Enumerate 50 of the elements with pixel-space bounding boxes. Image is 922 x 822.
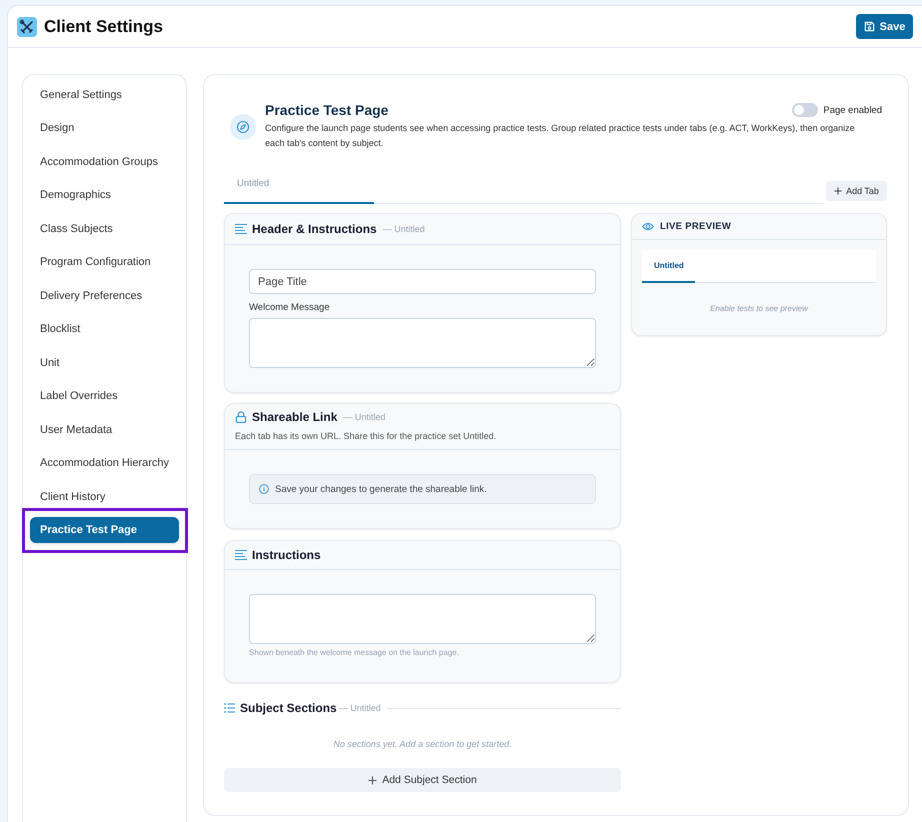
plus-icon xyxy=(834,187,842,195)
toggle-label: Page enabled xyxy=(823,104,882,116)
sidebar-item[interactable]: Program Configuration xyxy=(30,249,179,276)
section-description: Configure the launch page students see when accessing practice tests. Group related practice tests under tabs (e.g. ACT, WorkKeys), then organize each tab's content by subject. xyxy=(265,122,856,150)
compass-icon xyxy=(230,114,256,140)
instructions-field[interactable] xyxy=(249,594,596,644)
card-title: Header & Instructions xyxy=(252,222,377,236)
empty-message: No sections yet. Add a section to get started. xyxy=(332,738,513,750)
card-title: Shareable Link xyxy=(252,410,338,424)
sidebar-item[interactable]: Accommodation Hierarchy xyxy=(30,450,179,476)
sidebar-item[interactable]: Delivery Preferences xyxy=(30,282,179,309)
text-lines-icon xyxy=(235,223,247,235)
sidebar-item[interactable]: Unit xyxy=(30,350,179,376)
sidebar-item[interactable]: Practice Test Page xyxy=(30,517,179,544)
sidebar-item[interactable]: Class Subjects xyxy=(30,216,179,242)
add-subject-section-button[interactable]: Add Subject Section xyxy=(224,768,621,792)
section-subtitle: — Untitled xyxy=(338,703,381,713)
section-heading: Subject Sections xyxy=(240,701,337,715)
sidebar-item[interactable]: Client History xyxy=(30,484,179,510)
welcome-message-field[interactable] xyxy=(249,318,596,368)
tools-icon xyxy=(17,16,37,36)
page-title-field[interactable]: Page Title xyxy=(249,269,596,294)
sidebar-item[interactable]: Label Overrides xyxy=(30,383,179,410)
preview-empty-message: Enable tests to see preview xyxy=(709,303,810,314)
field-hint: Shown beneath the welcome message on the launch page. xyxy=(249,648,460,658)
card-subtitle: — Untitled xyxy=(343,412,386,422)
section-title: Practice Test Page xyxy=(265,102,388,118)
sidebar-item[interactable]: Blocklist xyxy=(30,316,179,342)
sidebar-item[interactable]: Accommodation Groups xyxy=(30,148,179,175)
card-description: Each tab has its own URL. Share this for the practice set Untitled. xyxy=(235,430,498,442)
add-tab-button[interactable]: Add Tab xyxy=(826,181,887,201)
eye-icon xyxy=(642,222,654,231)
text-lines-icon xyxy=(235,549,247,561)
info-icon xyxy=(259,484,269,494)
sidebar-item[interactable]: General Settings xyxy=(30,82,179,108)
sidebar-item[interactable]: Demographics xyxy=(30,182,179,208)
page-title: Client Settings xyxy=(44,16,164,36)
lock-icon xyxy=(235,411,247,423)
sidebar-item[interactable]: User Metadata xyxy=(30,416,179,443)
notice-text: Save your changes to generate the shareable link. xyxy=(275,484,487,494)
field-label: Welcome Message xyxy=(249,302,331,313)
preview-tab[interactable]: Untitled xyxy=(642,250,695,283)
card-title: Instructions xyxy=(252,548,321,562)
save-button[interactable]: Save xyxy=(856,14,913,39)
sidebar-item[interactable]: Design xyxy=(30,115,179,142)
card-subtitle: — Untitled xyxy=(382,224,425,234)
list-icon xyxy=(224,703,235,713)
plus-icon xyxy=(368,776,378,784)
page-enabled-toggle[interactable] xyxy=(792,103,818,117)
preview-title: LIVE PREVIEW xyxy=(660,221,732,232)
